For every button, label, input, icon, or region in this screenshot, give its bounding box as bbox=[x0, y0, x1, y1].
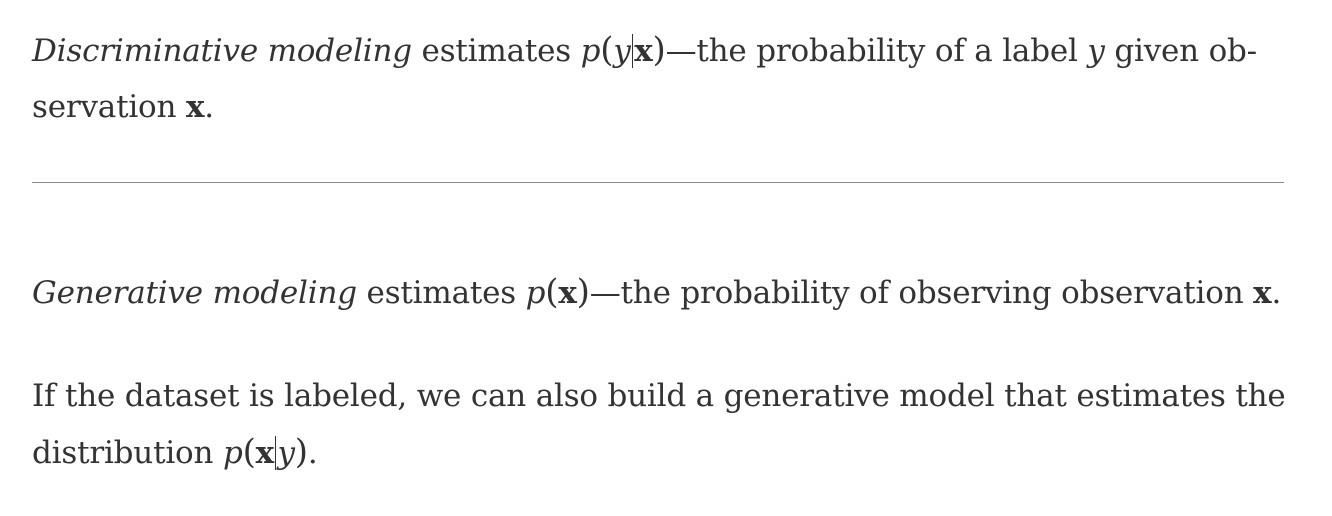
math-paren: ( bbox=[242, 432, 256, 472]
formula-p-x: p(x) bbox=[525, 272, 590, 312]
math-paren: ( bbox=[545, 272, 559, 312]
text-fragment: servation bbox=[32, 89, 186, 125]
math-variable: x bbox=[185, 89, 205, 125]
text-fragment: . bbox=[307, 435, 318, 471]
text-fragment: distribution bbox=[32, 435, 223, 471]
math-symbol: y bbox=[277, 435, 295, 471]
text-fragment: estimates bbox=[411, 33, 581, 69]
paragraph-line: servation x. bbox=[32, 79, 1257, 135]
formula-p-x-given-y: p(x y) bbox=[222, 432, 308, 472]
horizontal-rule bbox=[32, 182, 1284, 183]
labeled-dataset-paragraph: If the dataset is labeled, we can also b… bbox=[32, 368, 1286, 481]
text-fragment: —the probability of a label bbox=[665, 33, 1088, 69]
math-symbol: x bbox=[558, 275, 577, 311]
text-fragment: —the probability of observing observatio… bbox=[589, 275, 1254, 311]
math-paren: ) bbox=[652, 30, 666, 70]
paragraph-line: distribution p(x y). bbox=[32, 424, 1286, 481]
math-symbol: y bbox=[613, 33, 631, 69]
text-fragment: . bbox=[204, 89, 214, 125]
math-variable: y bbox=[1087, 33, 1105, 69]
math-symbol: p bbox=[222, 435, 243, 471]
formula-p-y-given-x: p(y x) bbox=[580, 30, 666, 70]
math-variable: x bbox=[1253, 275, 1272, 311]
text-fragment: estimates bbox=[356, 275, 526, 311]
generative-paragraph: Generative modeling estimates p(x)—the p… bbox=[32, 264, 1281, 321]
paragraph-line: If the dataset is labeled, we can also b… bbox=[32, 368, 1286, 424]
discriminative-paragraph: Discriminative modeling estimates p(y x)—… bbox=[32, 22, 1257, 135]
term-discriminative-modeling: Discriminative modeling bbox=[32, 33, 412, 69]
paragraph-line: Discriminative modeling estimates p(y x)—… bbox=[32, 22, 1257, 79]
math-symbol: x bbox=[634, 33, 653, 69]
math-symbol: p bbox=[525, 275, 546, 311]
math-paren: ) bbox=[576, 272, 590, 312]
text-fragment: . bbox=[1271, 275, 1282, 311]
math-paren: ) bbox=[294, 432, 308, 472]
math-given-bar bbox=[631, 34, 634, 68]
math-symbol: p bbox=[580, 33, 601, 69]
text-fragment: If the dataset is labeled, we can also b… bbox=[32, 378, 1286, 414]
text-fragment: given ob- bbox=[1104, 33, 1257, 69]
paragraph-line: Generative modeling estimates p(x)—the p… bbox=[32, 264, 1281, 321]
math-symbol: x bbox=[255, 435, 275, 471]
math-paren: ( bbox=[600, 30, 614, 70]
term-generative-modeling: Generative modeling bbox=[32, 275, 357, 311]
